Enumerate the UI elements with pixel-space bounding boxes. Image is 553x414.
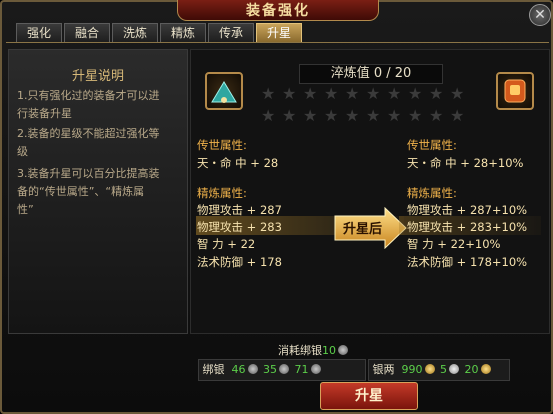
before-refine-header: 精炼属性: bbox=[197, 186, 247, 200]
star-icon: ★ bbox=[450, 106, 465, 125]
star-up-button[interactable]: 升星 bbox=[320, 382, 418, 410]
cost-row: 消耗绑银10 bbox=[278, 342, 350, 358]
bound-silver-gold: 46 bbox=[231, 363, 246, 376]
copper-coin-icon bbox=[310, 364, 321, 374]
silver-gold: 990 bbox=[401, 363, 423, 376]
after-refine-attr: 法术防御 + 178+10% bbox=[407, 255, 528, 269]
silver-copper: 20 bbox=[464, 363, 479, 376]
bound-silver-bar: 绑银 46 35 71 bbox=[198, 359, 366, 381]
star-icon: ★ bbox=[429, 84, 444, 103]
arrow-label: 升星后 bbox=[343, 222, 383, 237]
tab-strengthen[interactable]: 强化 bbox=[16, 23, 62, 42]
gold-coin-icon bbox=[247, 364, 258, 374]
star-icon: ★ bbox=[366, 106, 381, 125]
star-icon: ★ bbox=[408, 84, 423, 103]
cost-label: 消耗绑银 bbox=[278, 344, 322, 357]
before-legend-attr: 天・命 中 + 28 bbox=[197, 156, 279, 170]
instruction-line: 性” bbox=[17, 203, 34, 216]
before-legend-header: 传世属性: bbox=[197, 138, 247, 152]
tab-divider bbox=[6, 42, 549, 43]
bound-silver-label: 绑银 bbox=[202, 363, 225, 376]
star-icon: ★ bbox=[324, 84, 339, 103]
instruction-line: 3.装备升星可以百分比提高装 bbox=[17, 167, 160, 180]
silver-silver: 5 bbox=[440, 363, 447, 376]
tab-star-up[interactable]: 升星 bbox=[256, 23, 302, 42]
star-icon: ★ bbox=[450, 84, 465, 103]
star-icon: ★ bbox=[387, 106, 402, 125]
star-icon: ★ bbox=[303, 84, 318, 103]
star-icon: ★ bbox=[387, 84, 402, 103]
bound-silver-silver: 35 bbox=[263, 363, 277, 376]
instruction-line: 1.只有强化过的装备才可以进 bbox=[17, 89, 160, 102]
instruction-line: 行装备升星 bbox=[17, 107, 72, 120]
refine-value: 淬炼值 0 / 20 bbox=[299, 64, 443, 84]
before-refine-attr: 智 力 + 22 bbox=[197, 237, 256, 251]
instruction-line: 级 bbox=[17, 145, 28, 158]
star-icon: ★ bbox=[366, 84, 381, 103]
after-refine-attr: 智 力 + 22+10% bbox=[407, 237, 501, 251]
bound-silver-copper: 71 bbox=[294, 363, 309, 376]
star-rating: ★ ★ ★ ★ ★ ★ ★ ★ ★ ★ ★ ★ ★ ★ ★ ★ ★ ★ ★ ★ bbox=[261, 86, 471, 132]
window-title: 装备强化 bbox=[246, 3, 310, 19]
window-frame: 装备强化 ✕ 强化 融合 洗炼 精炼 传承 升星 升星说明 1.只有强化过的装备… bbox=[0, 0, 553, 414]
tab-wash[interactable]: 洗炼 bbox=[112, 23, 158, 42]
star-icon: ★ bbox=[282, 106, 297, 125]
tab-refine[interactable]: 精炼 bbox=[160, 23, 206, 42]
silver-coin-icon bbox=[338, 345, 348, 355]
star-icon: ★ bbox=[408, 106, 423, 125]
star-icon: ★ bbox=[345, 106, 360, 125]
instruction-line: 2.装备的星级不能超过强化等 bbox=[17, 127, 160, 140]
star-up-panel: 淬炼值 0 / 20 ★ ★ ★ ★ ★ ★ ★ ★ ★ ★ ★ ★ ★ ★ ★ ★ ★ ★ ★ ★ 传世属性: 天・… bbox=[190, 49, 550, 334]
silver-label: 银两 bbox=[372, 363, 395, 376]
close-button[interactable]: ✕ bbox=[529, 4, 551, 26]
tab-fusion[interactable]: 融合 bbox=[64, 23, 110, 42]
instruction-line: 备的“传世属性”、“精炼属 bbox=[17, 185, 145, 198]
gold-coin-icon bbox=[424, 364, 435, 374]
after-refine-attr: 物理攻击 + 283+10% bbox=[407, 220, 528, 234]
close-icon: ✕ bbox=[534, 7, 546, 23]
cost-value: 10 bbox=[322, 344, 336, 357]
silver-coin-icon bbox=[449, 364, 459, 374]
instructions-panel: 升星说明 1.只有强化过的装备才可以进 行装备升星 2.装备的星级不能超过强化等… bbox=[8, 49, 188, 334]
window-title-bar: 装备强化 bbox=[177, 0, 379, 21]
star-icon: ★ bbox=[261, 84, 276, 103]
tab-inherit[interactable]: 传承 bbox=[208, 23, 254, 42]
copper-coin-icon bbox=[480, 364, 491, 374]
equipment-slot-right[interactable] bbox=[496, 72, 534, 110]
before-refine-attr: 法术防御 + 178 bbox=[197, 255, 282, 269]
instructions-title: 升星说明 bbox=[71, 69, 124, 84]
armor-icon bbox=[504, 79, 526, 103]
star-icon: ★ bbox=[345, 84, 360, 103]
star-icon: ★ bbox=[429, 106, 444, 125]
after-legend-attr: 天・命 中 + 28+10% bbox=[407, 156, 524, 170]
after-refine-header: 精炼属性: bbox=[407, 186, 457, 200]
star-icon: ★ bbox=[324, 106, 339, 125]
silver-coin-icon bbox=[279, 364, 289, 374]
equipment-slot-left[interactable] bbox=[205, 72, 243, 110]
star-icon: ★ bbox=[282, 84, 297, 103]
star-icon: ★ bbox=[261, 106, 276, 125]
after-refine-attr: 物理攻击 + 287+10% bbox=[407, 203, 528, 217]
before-refine-attr: 物理攻击 + 283 bbox=[197, 220, 282, 234]
after-legend-header: 传世属性: bbox=[407, 138, 457, 152]
star-icon: ★ bbox=[303, 106, 318, 125]
fan-icon bbox=[211, 81, 237, 103]
before-refine-attr: 物理攻击 + 287 bbox=[197, 203, 282, 217]
silver-bar: 银两 990 5 20 bbox=[368, 359, 510, 381]
